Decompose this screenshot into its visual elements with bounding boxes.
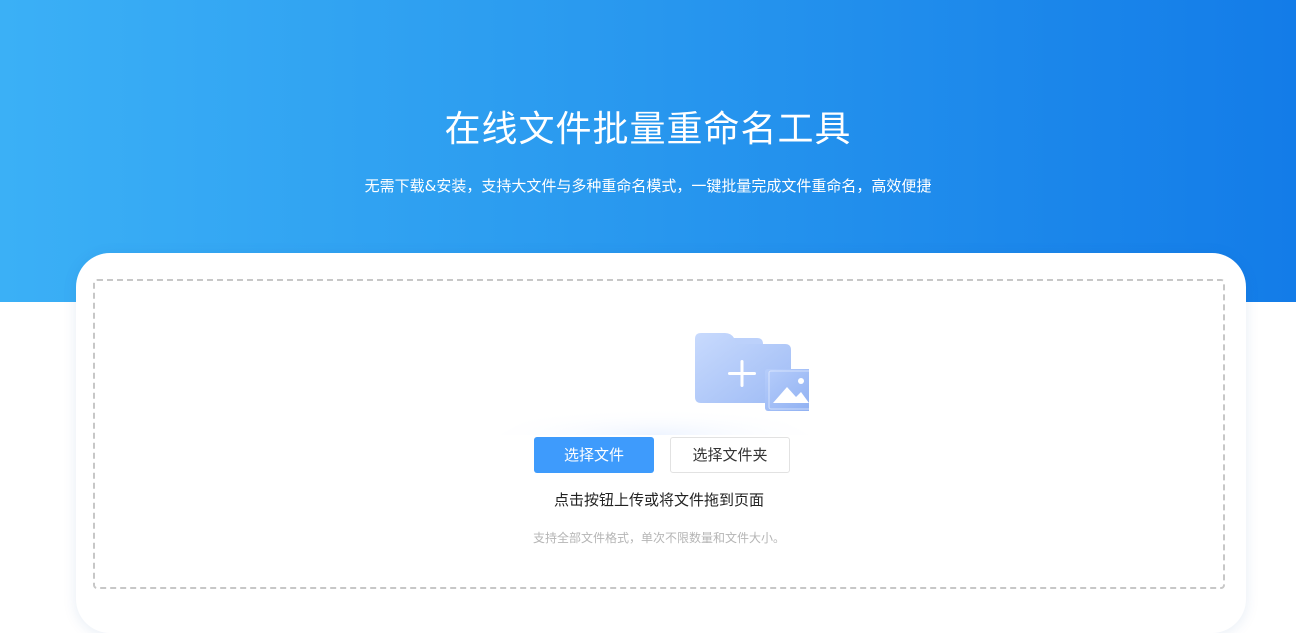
upload-card: 选择文件 选择文件夹 点击按钮上传或将文件拖到页面 支持全部文件格式，单次不限数… bbox=[76, 253, 1246, 633]
select-folder-button[interactable]: 选择文件夹 bbox=[670, 437, 790, 473]
page-title: 在线文件批量重命名工具 bbox=[444, 109, 852, 150]
select-file-button[interactable]: 选择文件 bbox=[534, 437, 654, 473]
folder-add-image-icon bbox=[499, 333, 809, 435]
upload-sub-hint: 支持全部文件格式，单次不限数量和文件大小。 bbox=[532, 531, 785, 545]
page-subtitle: 无需下载&安装，支持大文件与多种重命名模式，一键批量完成文件重命名，高效便捷 bbox=[364, 177, 932, 195]
upload-hint: 点击按钮上传或将文件拖到页面 bbox=[553, 491, 764, 509]
upload-dropzone[interactable]: 选择文件 选择文件夹 点击按钮上传或将文件拖到页面 支持全部文件格式，单次不限数… bbox=[93, 279, 1225, 589]
